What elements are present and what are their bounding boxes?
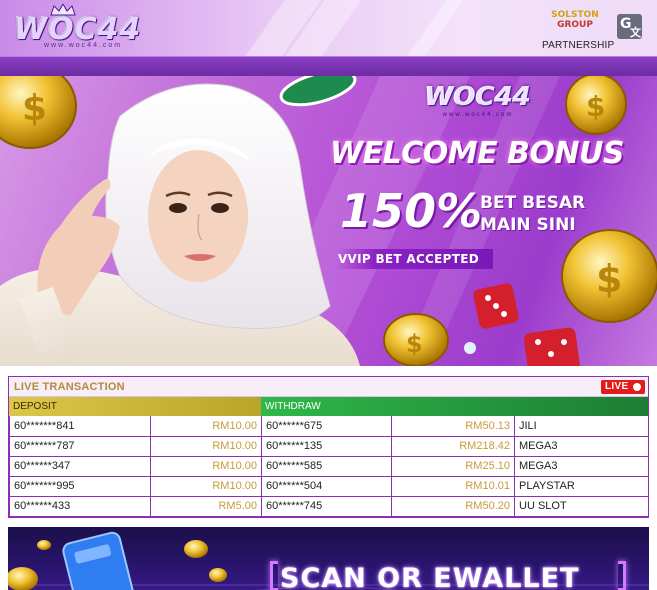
deposit-amount: RM10.00: [150, 455, 262, 477]
bet-slogan: BET BESAR MAIN SINI: [480, 192, 600, 236]
main-nav-bar: [0, 56, 657, 76]
game-provider: MEGA3: [514, 455, 649, 477]
withdraw-account: 60******504: [261, 475, 392, 497]
deposit-account: 60******433: [9, 495, 151, 517]
google-translate-icon[interactable]: G 文: [617, 14, 642, 39]
table-row: 60*******787 RM10.00 60******135 RM218.4…: [9, 435, 649, 457]
withdraw-amount: RM218.42: [391, 435, 515, 457]
partner-brand-name: SOLSTON: [551, 10, 599, 20]
partnership-label: PARTNERSHIP: [542, 40, 615, 51]
withdraw-account: 60******675: [261, 416, 392, 437]
game-provider: UU SLOT: [514, 495, 649, 517]
table-row: 60*******995 RM10.00 60******504 RM10.01…: [9, 475, 649, 497]
partner-brand-group: GROUP: [557, 20, 593, 30]
welcome-bonus-banner[interactable]: $ $ $ $ WOC44 www.woc44.com WELCOME BONU…: [0, 76, 657, 366]
deposit-amount: RM10.00: [150, 435, 262, 457]
welcome-bonus-heading: WELCOME BONUS: [330, 136, 624, 171]
deposit-column-header: DEPOSIT: [9, 397, 261, 416]
scan-ewallet-banner[interactable]: SCAN OR EWALLET: [8, 527, 649, 590]
bet-slogan-line2: MAIN SINI: [480, 215, 576, 235]
table-row: 60******433 RM5.00 60******745 RM50.20 U…: [9, 495, 649, 517]
deposit-account: 60*******995: [9, 475, 151, 497]
live-transaction-panel: LIVE TRANSACTION LIVE DEPOSIT WITHDRAW 6…: [8, 376, 649, 518]
banner-logo-url: www.woc44.com: [442, 112, 514, 118]
withdraw-amount: RM50.20: [391, 495, 515, 517]
scan-ewallet-heading: SCAN OR EWALLET: [280, 563, 580, 590]
bet-slogan-line1: BET BESAR: [480, 193, 586, 213]
table-row: 60******347 RM10.00 60******585 RM25.10 …: [9, 455, 649, 477]
transaction-column-headers: DEPOSIT WITHDRAW: [9, 397, 648, 416]
withdraw-account: 60******135: [261, 435, 392, 457]
deposit-account: 60*******787: [9, 435, 151, 457]
live-badge: LIVE: [601, 380, 645, 394]
withdraw-amount: RM25.10: [391, 455, 515, 477]
svg-text:$: $: [22, 88, 47, 129]
logo-url: www.woc44.com: [44, 42, 123, 49]
live-transaction-header: LIVE TRANSACTION LIVE: [9, 377, 648, 397]
deposit-account: 60*******841: [9, 416, 151, 437]
site-header: WOC44 www.woc44.com SOLSTON GROUP PARTNE…: [0, 0, 657, 56]
withdraw-amount: RM10.01: [391, 475, 515, 497]
game-provider: MEGA3: [514, 435, 649, 457]
transaction-table: 60*******841 RM10.00 60******675 RM50.13…: [9, 416, 649, 517]
withdraw-account: 60******585: [261, 455, 392, 477]
withdraw-account: 60******745: [261, 495, 392, 517]
partner-brand: SOLSTON GROUP: [542, 10, 608, 30]
banner-logo: WOC44 www.woc44.com: [398, 82, 558, 118]
record-dot-icon: [633, 383, 641, 391]
table-row: 60*******841 RM10.00 60******675 RM50.13…: [9, 416, 649, 437]
deposit-amount: RM5.00: [150, 495, 262, 517]
bonus-percent: 150%: [340, 184, 483, 238]
partnership-badge[interactable]: SOLSTON GROUP PARTNERSHIP: [542, 10, 615, 51]
bracket-right-icon: [618, 561, 626, 590]
vvip-tag: VVIP BET ACCEPTED: [336, 249, 493, 269]
game-provider: JILI: [514, 416, 649, 437]
withdraw-column-header: WITHDRAW: [261, 397, 648, 416]
live-badge-label: LIVE: [605, 381, 629, 392]
withdraw-amount: RM50.13: [391, 416, 515, 437]
deposit-account: 60******347: [9, 455, 151, 477]
deposit-amount: RM10.00: [150, 416, 262, 437]
game-provider: PLAYSTAR: [514, 475, 649, 497]
live-transaction-title: LIVE TRANSACTION: [14, 381, 125, 393]
svg-text:$: $: [586, 90, 605, 123]
banner-logo-text: WOC44: [424, 82, 532, 112]
deposit-amount: RM10.00: [150, 475, 262, 497]
site-logo[interactable]: WOC44 www.woc44.com: [14, 4, 164, 50]
svg-text:$: $: [406, 330, 423, 358]
bracket-left-icon: [270, 561, 278, 590]
svg-text:$: $: [596, 257, 622, 301]
